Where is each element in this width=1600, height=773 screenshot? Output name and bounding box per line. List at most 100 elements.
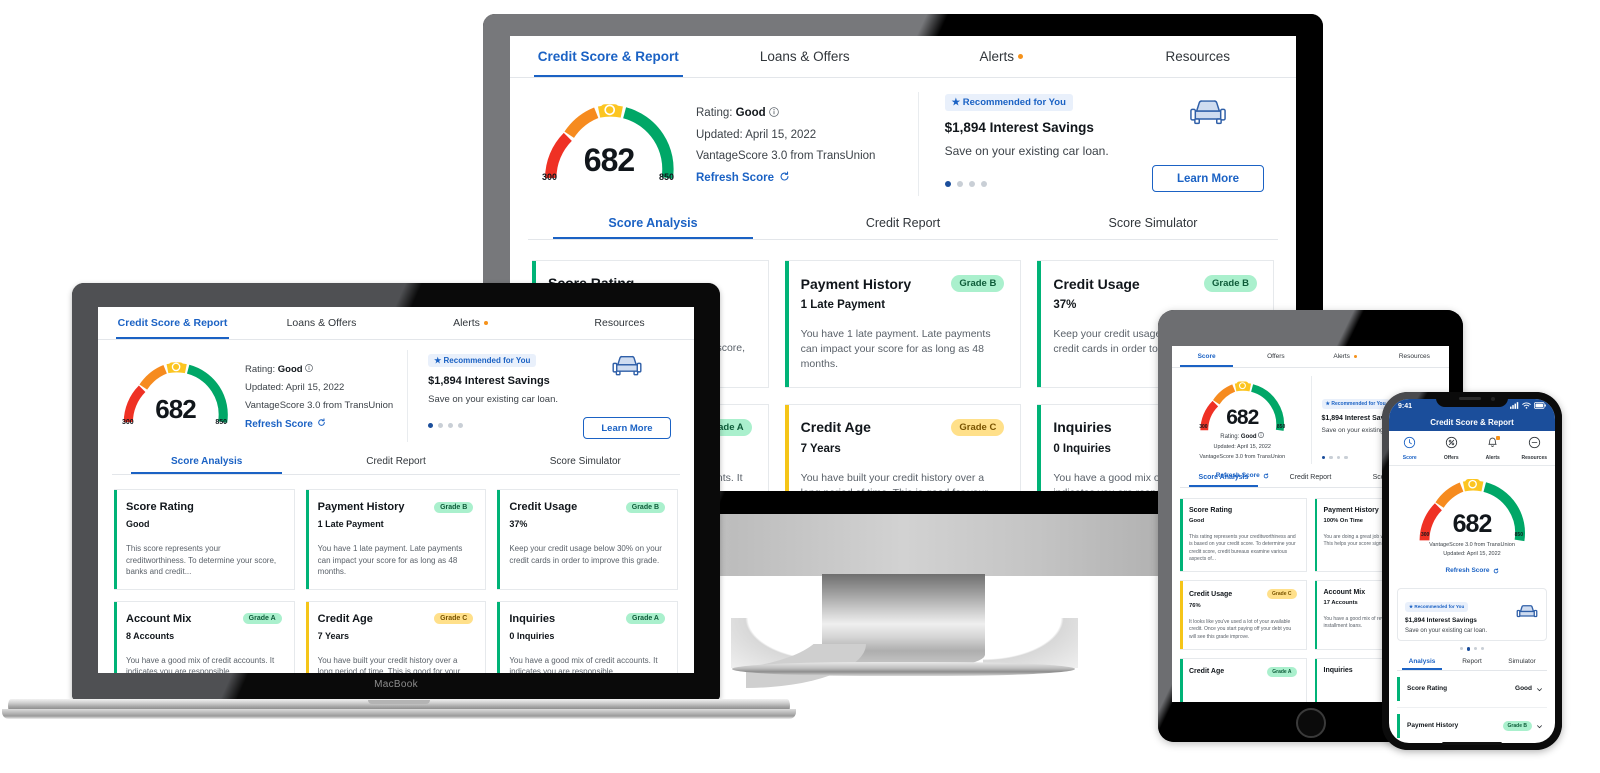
nav-tab-alerts[interactable]: Alerts (903, 36, 1100, 77)
carousel-dot[interactable] (1474, 647, 1478, 650)
nav-tab-alerts[interactable]: Alerts (396, 307, 545, 339)
score-factor-card[interactable]: Payment History Grade B 1 Late Payment You … (305, 489, 487, 590)
info-icon[interactable] (305, 364, 314, 375)
recommended-badge: ★ Recommended for You (1405, 602, 1469, 612)
score-min-label: 300 (122, 419, 134, 426)
carousel-dot[interactable] (458, 423, 464, 428)
subtab-credit-report[interactable]: Credit Report (1267, 468, 1354, 487)
tablet-home-button[interactable] (1295, 708, 1326, 738)
score-factor-card[interactable]: Credit Age Grade C 7 Years You have built y… (784, 403, 1022, 491)
subtab-credit-report[interactable]: Credit Report (778, 206, 1028, 239)
score-factor-card[interactable]: Credit Age Grade A (1180, 657, 1307, 702)
carousel-dot[interactable] (944, 181, 951, 187)
nav-tab-score[interactable]: Score (1172, 346, 1241, 367)
nav-tab-credit-score-report[interactable]: Credit Score & Report (510, 36, 707, 77)
subtab-score-analysis[interactable]: Score Analysis (112, 448, 301, 474)
subtab-simulator[interactable]: Simulator (1497, 654, 1547, 670)
grade-badge: Grade B (1204, 275, 1257, 292)
refresh-score-button[interactable]: Refresh Score (245, 418, 393, 430)
carousel-dot[interactable] (438, 423, 444, 428)
score-factor-card[interactable]: Credit Usage Grade C 76% It looks like you'… (1180, 580, 1307, 650)
score-max-label: 850 (1514, 532, 1523, 538)
learn-more-button[interactable]: Learn More (582, 417, 671, 439)
carousel-dot[interactable] (1336, 455, 1340, 459)
accordion-row[interactable]: Score Rating Good (1397, 671, 1547, 708)
subtab-score-analysis[interactable]: Score Analysis (528, 206, 778, 239)
score-factor-card[interactable]: Inquiries Grade A 0 Inquiries You have a go… (497, 600, 678, 673)
nav-tab-label: Resources (1165, 49, 1231, 64)
rating-label: Rating: (696, 107, 733, 119)
offer-carousel-dots[interactable] (944, 181, 1148, 187)
carousel-dot[interactable] (1344, 455, 1348, 459)
refresh-score-button[interactable]: Refresh Score (1445, 561, 1498, 579)
card-accent-bar (114, 601, 117, 673)
carousel-dot[interactable] (1459, 647, 1463, 650)
subtab-score-analysis[interactable]: Score Analysis (1180, 468, 1267, 487)
phone-nav-resources[interactable]: Resources (1514, 436, 1556, 461)
learn-more-label: Learn More (1176, 172, 1239, 185)
subtab-label: Credit Report (1289, 474, 1332, 481)
offer-carousel-dots[interactable] (1321, 455, 1348, 459)
phone-offer-card[interactable]: ★ Recommended for You $1,894 Interest Sa… (1397, 588, 1547, 641)
card-title: Score Rating (1189, 507, 1233, 514)
score-factor-card[interactable]: Score Rating Good This score represents yo… (114, 489, 295, 590)
score-factor-card[interactable]: Score Rating Good This rating represents y… (1180, 498, 1307, 572)
subtab-score-simulator[interactable]: Score Simulator (1028, 206, 1278, 239)
nav-tab-resources[interactable]: Resources (1100, 36, 1297, 77)
chevron-down-icon[interactable] (1536, 717, 1543, 735)
score-summary-panel: 682 300 850 Rating: Good Updated: April … (538, 92, 918, 196)
carousel-dot[interactable] (968, 181, 975, 187)
tag-icon (1445, 436, 1458, 453)
carousel-dot[interactable] (448, 423, 454, 428)
phone-nav-score[interactable]: Score (1389, 436, 1431, 461)
score-factor-card[interactable]: Credit Usage Grade B 37% Keep your credit u… (497, 489, 678, 590)
card-value: 7 Years (800, 442, 841, 455)
phone-nav-offers[interactable]: Offers (1431, 436, 1473, 461)
nav-tab-alerts[interactable]: Alerts (1311, 346, 1380, 367)
tablet-main-nav: Score Offers Alerts Resources (1172, 346, 1449, 368)
subtab-report[interactable]: Report (1447, 654, 1497, 670)
subtab-analysis[interactable]: Analysis (1397, 654, 1447, 670)
nav-tab-resources[interactable]: Resources (1380, 346, 1449, 367)
accordion-row[interactable]: Payment History Grade B (1397, 708, 1547, 744)
nav-tab-label: Alerts (453, 317, 480, 329)
info-icon[interactable] (1258, 432, 1265, 440)
phone-nav-alerts[interactable]: Alerts (1472, 436, 1514, 461)
recommended-badge-label: Recommended for You (1414, 604, 1465, 609)
nav-tab-loans-offers[interactable]: Loans & Offers (707, 36, 904, 77)
subtab-score-simulator[interactable]: Score Simulator (491, 448, 680, 474)
laptop-hero: 682 300 850 Rating: Good Updated: April … (98, 340, 694, 448)
carousel-dot[interactable] (956, 181, 963, 187)
subtab-credit-report[interactable]: Credit Report (301, 448, 490, 474)
refresh-score-button[interactable]: Refresh Score (696, 171, 875, 185)
carousel-dot[interactable] (1329, 455, 1333, 459)
carousel-dot[interactable] (1481, 647, 1485, 650)
macbook-brand-label: MacBook (374, 679, 418, 690)
front-camera (1491, 397, 1495, 401)
nav-tab-loans-offers[interactable]: Loans & Offers (247, 307, 396, 339)
carousel-dot[interactable] (1466, 647, 1471, 651)
score-min-label: 300 (1199, 424, 1208, 430)
nav-tab-offers[interactable]: Offers (1241, 346, 1310, 367)
card-title: Credit Usage (1189, 590, 1233, 598)
score-meta: Rating: Good Updated: April 15, 2022 Van… (696, 103, 875, 185)
info-icon[interactable] (769, 107, 779, 120)
phone-home-indicator[interactable] (1442, 742, 1502, 745)
chevron-down-icon[interactable] (1536, 680, 1543, 698)
score-factor-card[interactable]: Account Mix Grade A 8 Accounts You have a g… (114, 600, 295, 673)
carousel-dot[interactable] (980, 181, 987, 187)
carousel-dot[interactable] (428, 423, 434, 428)
score-factor-card[interactable]: Credit Age Grade C 7 Years You have built y… (305, 600, 487, 673)
learn-more-button[interactable]: Learn More (1151, 165, 1264, 192)
rating-value: Good (1240, 434, 1257, 440)
credit-score-gauge: 682 300 850 (1196, 376, 1288, 431)
score-max-label: 850 (658, 172, 674, 182)
nav-tab-resources[interactable]: Resources (545, 307, 694, 339)
card-value: 37% (509, 519, 528, 529)
score-factor-card[interactable]: Payment History Grade B 1 Late Payment You … (784, 260, 1022, 388)
phone-carousel-dots[interactable] (1389, 647, 1555, 651)
offer-carousel-dots[interactable] (428, 423, 580, 428)
score-value: 682 (1226, 406, 1259, 429)
nav-tab-credit-score-report[interactable]: Credit Score & Report (98, 307, 247, 339)
carousel-dot[interactable] (1321, 455, 1325, 459)
